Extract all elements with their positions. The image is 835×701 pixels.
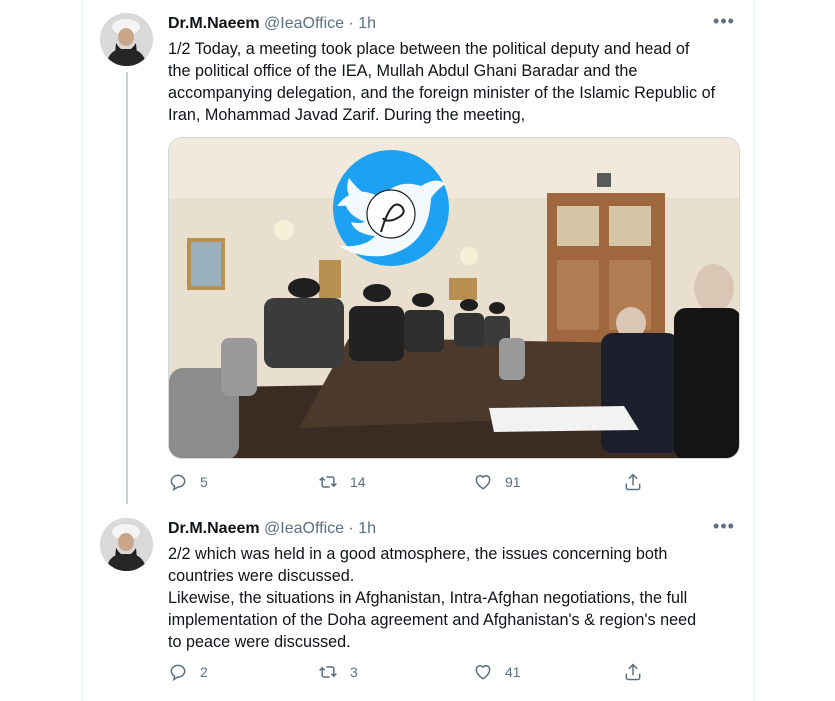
reply-button[interactable]: 2: [168, 661, 208, 683]
retweet-button[interactable]: 3: [318, 661, 358, 683]
like-icon: [475, 665, 491, 680]
reply-button[interactable]: 5: [168, 471, 208, 493]
like-count: 41: [505, 664, 521, 680]
like-button[interactable]: 91: [473, 471, 521, 493]
tweet-actions: 2 3 41: [168, 661, 648, 683]
share-icon: [625, 473, 641, 491]
tweet-header: Dr.M.Naeem @IeaOffice · 1h: [168, 14, 376, 34]
reply-count: 5: [200, 474, 208, 490]
retweet-count: 14: [350, 474, 366, 490]
tweet-actions: 5 14 91: [168, 471, 648, 493]
avatar[interactable]: [100, 13, 153, 66]
author-handle[interactable]: @IeaOffice: [264, 520, 344, 537]
share-icon: [625, 663, 641, 681]
like-count: 91: [505, 474, 521, 490]
reply-icon: [170, 664, 186, 682]
share-button[interactable]: [623, 471, 655, 493]
author-name[interactable]: Dr.M.Naeem: [168, 520, 260, 537]
like-icon: [475, 475, 491, 490]
tweet-header: Dr.M.Naeem @IeaOffice · 1h: [168, 519, 376, 539]
tweet-thread: Dr.M.Naeem @IeaOffice · 1h ••• 1/2 Today…: [82, 0, 755, 701]
avatar[interactable]: [100, 518, 153, 571]
timestamp[interactable]: 1h: [358, 520, 376, 537]
separator-dot: ·: [348, 15, 354, 32]
timestamp[interactable]: 1h: [358, 15, 376, 32]
retweet-count: 3: [350, 664, 358, 680]
tweet-2[interactable]: Dr.M.Naeem @IeaOffice · 1h ••• 2/2 which…: [83, 505, 754, 701]
author-handle[interactable]: @IeaOffice: [264, 15, 344, 32]
more-options-icon[interactable]: •••: [712, 517, 736, 539]
share-button[interactable]: [623, 661, 655, 683]
tweet-text: 2/2 which was held in a good atmosphere,…: [168, 545, 697, 651]
retweet-icon: [319, 666, 337, 678]
reply-icon: [170, 474, 186, 492]
separator-dot: ·: [348, 520, 354, 537]
author-name[interactable]: Dr.M.Naeem: [168, 15, 260, 32]
tweet-text: 1/2 Today, a meeting took place between …: [168, 40, 716, 124]
reply-count: 2: [200, 664, 208, 680]
retweet-icon: [319, 476, 337, 488]
more-options-icon[interactable]: •••: [712, 12, 736, 34]
tweet-1[interactable]: Dr.M.Naeem @IeaOffice · 1h ••• 1/2 Today…: [83, 0, 754, 505]
retweet-button[interactable]: 14: [318, 471, 366, 493]
tweet-media-photo[interactable]: [168, 137, 740, 459]
like-button[interactable]: 41: [473, 661, 521, 683]
